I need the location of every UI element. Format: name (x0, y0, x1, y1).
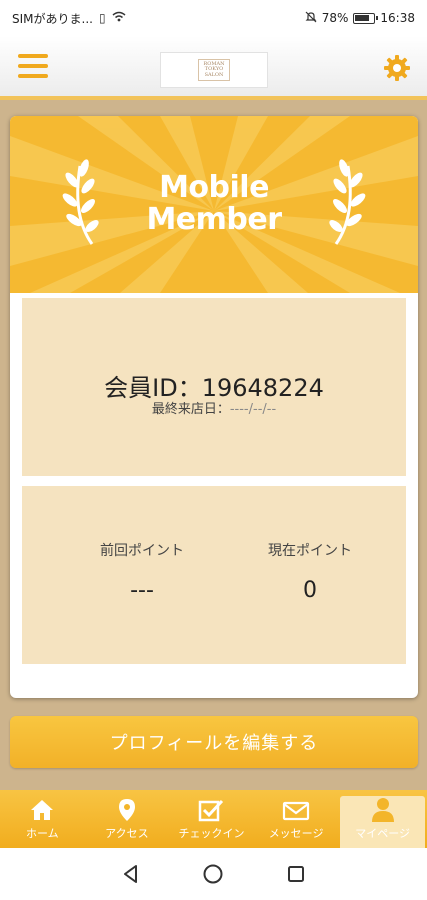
current-points-label: 現在ポイント (268, 543, 352, 559)
clock: 16:38 (380, 11, 415, 25)
last-visit-date: ----/--/-- (229, 402, 277, 417)
member-card: Mobile Member 会員ID：19648224 最終来店日：----/-… (10, 116, 418, 698)
tab-checkin-label: チェックイン (178, 827, 245, 840)
banner-title-line1: Mobile (159, 170, 269, 205)
last-visit: 最終来店日：----/--/-- (22, 398, 406, 417)
mobile-member-banner: Mobile Member (10, 116, 418, 293)
system-nav-bar (0, 848, 427, 900)
member-id-panel: 会員ID：19648224 最終来店日：----/--/-- (22, 298, 406, 476)
recents-icon[interactable] (281, 859, 311, 889)
battery-percent: 78% (321, 11, 349, 25)
back-icon[interactable] (116, 859, 146, 889)
edit-profile-button[interactable]: プロフィールを編集する (10, 716, 418, 768)
checkin-icon (199, 799, 224, 822)
points-panel: 前回ポイント --- 現在ポイント 0 (22, 486, 406, 664)
battery-icon (353, 12, 379, 24)
mail-icon (282, 801, 310, 821)
carrier-text: SIMがありま... (12, 11, 93, 26)
tab-mypage-label: マイページ (355, 827, 411, 840)
location-pin-icon (118, 799, 135, 821)
banner-title: Mobile Member (10, 172, 418, 236)
bottom-tab-bar: ホーム アクセス チェックイン メッセージ マイページ (0, 790, 427, 848)
tab-message[interactable]: メッセージ (254, 790, 339, 848)
shop-logo: ROMAN TOKYO SALON (160, 52, 268, 88)
previous-points: 前回ポイント --- (62, 540, 222, 603)
current-points: 現在ポイント 0 (230, 540, 390, 603)
hamburger-icon[interactable] (18, 54, 48, 80)
tab-home-label: ホーム (25, 827, 59, 840)
tab-checkin[interactable]: チェックイン (169, 790, 254, 848)
gear-icon[interactable] (383, 54, 411, 82)
tab-access[interactable]: アクセス (85, 790, 170, 848)
person-icon (371, 798, 394, 822)
status-bar: SIMがありま... ▯ 78% 16:38 (0, 0, 427, 36)
tab-home[interactable]: ホーム (0, 790, 85, 848)
mute-icon (305, 11, 317, 26)
tab-mypage[interactable]: マイページ (340, 796, 425, 848)
current-points-value: 0 (303, 578, 317, 603)
sim-icon: ▯ (98, 11, 106, 25)
last-visit-label: 最終来店日： (151, 402, 230, 417)
home-icon (31, 800, 54, 820)
tab-access-label: アクセス (105, 827, 149, 840)
tab-message-label: メッセージ (268, 827, 324, 840)
previous-points-label: 前回ポイント (100, 543, 184, 559)
app-header: ROMAN TOKYO SALON (0, 36, 427, 100)
banner-title-line2: Member (146, 202, 282, 237)
wifi-icon (112, 11, 126, 25)
home-circle-icon[interactable] (198, 859, 228, 889)
previous-points-value: --- (130, 578, 154, 603)
